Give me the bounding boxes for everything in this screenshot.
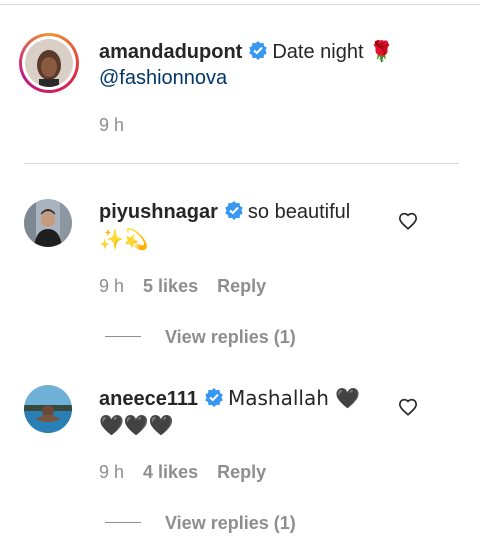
verified-badge-icon bbox=[248, 40, 268, 68]
view-replies-button[interactable]: View replies (1) bbox=[105, 327, 296, 348]
comment-username[interactable]: aneece111 bbox=[99, 388, 198, 410]
commenter-avatar[interactable] bbox=[24, 385, 72, 433]
comment-time: 9 h bbox=[99, 462, 125, 482]
comment-text: so beautiful bbox=[247, 201, 351, 223]
caption-author-avatar[interactable] bbox=[19, 33, 79, 93]
comment-time: 9 h bbox=[99, 276, 125, 296]
reply-button[interactable]: Reply bbox=[217, 276, 266, 296]
view-replies-label: View replies (1) bbox=[165, 327, 296, 347]
comment-item: piyushnagar so beautiful ✨💫 9 h 5 likes R… bbox=[0, 165, 480, 355]
replies-dash bbox=[105, 522, 141, 523]
verified-badge-icon bbox=[204, 387, 224, 415]
caption-mention[interactable]: @fashionnova bbox=[99, 65, 227, 92]
caption-time: 9 h bbox=[99, 115, 125, 135]
caption-text: Date night bbox=[272, 41, 364, 63]
caption-block: amandadupont Date night 🌹 @fashionnova 9 … bbox=[0, 0, 480, 165]
comment-username[interactable]: piyushnagar bbox=[99, 201, 218, 223]
comment-likes[interactable]: 4 likes bbox=[143, 462, 198, 482]
caption-divider bbox=[24, 163, 459, 164]
comment-meta: 9 h 5 likes Reply bbox=[99, 276, 266, 297]
comment-emoji-line: 🖤🖤🖤 bbox=[99, 413, 174, 437]
comment-likes[interactable]: 5 likes bbox=[143, 276, 198, 296]
commenter-avatar[interactable] bbox=[24, 199, 72, 247]
comment-emoji-line: ✨💫 bbox=[99, 227, 149, 251]
heart-icon[interactable] bbox=[398, 212, 418, 235]
heart-icon[interactable] bbox=[398, 398, 418, 421]
verified-badge-icon bbox=[224, 200, 244, 228]
reply-button[interactable]: Reply bbox=[217, 462, 266, 482]
caption-emoji: 🌹 bbox=[369, 39, 394, 63]
caption-username[interactable]: amandadupont bbox=[99, 41, 242, 63]
view-replies-label: View replies (1) bbox=[165, 513, 296, 533]
caption-first-line: amandadupont Date night 🌹 bbox=[99, 38, 394, 68]
view-replies-button[interactable]: View replies (1) bbox=[105, 513, 296, 534]
comment-item: aneece111 Mashallah 🖤 🖤🖤🖤 9 h 4 likes Rep… bbox=[0, 351, 480, 550]
comment-meta: 9 h 4 likes Reply bbox=[99, 462, 266, 483]
comment-text: Mashallah 🖤 bbox=[228, 386, 361, 410]
replies-dash bbox=[105, 336, 141, 337]
comment-first-line: piyushnagar so beautiful bbox=[99, 199, 350, 228]
comment-first-line: aneece111 Mashallah 🖤 bbox=[99, 385, 360, 415]
